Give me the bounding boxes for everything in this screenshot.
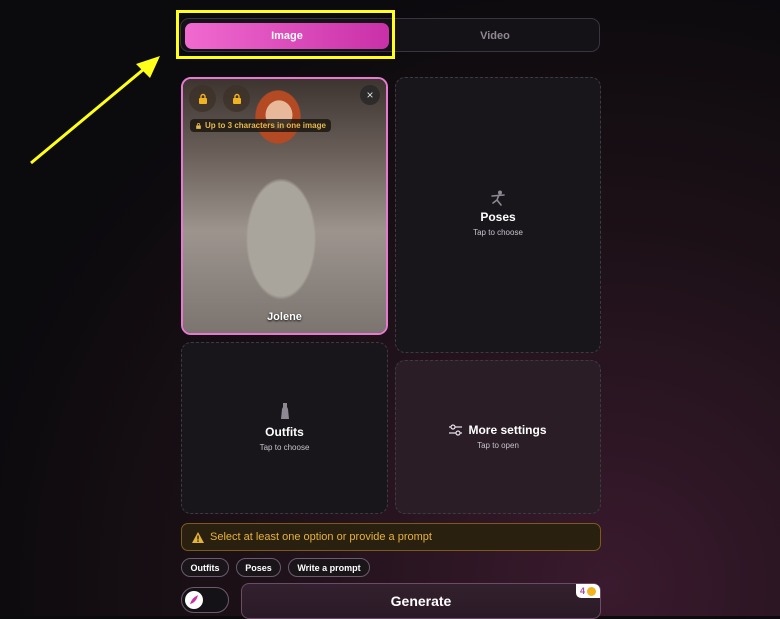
sliders-icon xyxy=(449,424,463,436)
coin-icon xyxy=(587,586,596,596)
spicy-icon xyxy=(190,595,198,604)
warning-banner: Select at least one option or provide a … xyxy=(181,523,601,551)
pose-icon xyxy=(491,190,505,206)
character-card[interactable]: × Up to 3 characters in one image Jolene xyxy=(181,77,388,335)
credit-count: 4 xyxy=(579,586,585,596)
dress-icon xyxy=(280,403,289,419)
more-settings-title: More settings xyxy=(468,423,547,437)
warning-icon xyxy=(192,531,204,543)
poses-title: Poses xyxy=(480,210,516,224)
outfits-subtitle: Tap to choose xyxy=(259,443,310,452)
poses-subtitle: Tap to choose xyxy=(473,228,523,237)
lock-icon xyxy=(189,85,216,112)
lock-icon xyxy=(223,85,250,112)
lock-icon xyxy=(196,122,201,129)
poses-card[interactable]: Poses Tap to choose xyxy=(395,77,601,353)
character-name: Jolene xyxy=(267,311,302,323)
toggle-knob xyxy=(185,591,203,609)
mode-toggle[interactable] xyxy=(181,587,229,613)
chip-outfits[interactable]: Outfits xyxy=(181,558,229,577)
credit-badge: 4 xyxy=(575,584,600,598)
chip-write-prompt[interactable]: Write a prompt xyxy=(288,558,370,577)
character-limit-text: Up to 3 characters in one image xyxy=(205,121,326,130)
remove-character-button[interactable]: × xyxy=(360,85,380,105)
warning-text: Select at least one option or provide a … xyxy=(210,531,432,543)
outfits-title: Outfits xyxy=(265,425,304,439)
highlight-box xyxy=(176,10,395,59)
generate-label: Generate xyxy=(390,593,452,609)
tab-video[interactable]: Video xyxy=(393,23,597,49)
more-settings-subtitle: Tap to open xyxy=(477,441,519,450)
character-limit-badge: Up to 3 characters in one image xyxy=(190,119,331,132)
character-photo xyxy=(183,79,386,333)
close-icon: × xyxy=(366,88,374,102)
generate-button[interactable]: Generate 4 xyxy=(241,583,601,619)
chip-poses[interactable]: Poses xyxy=(236,558,281,577)
outfits-card[interactable]: Outfits Tap to choose xyxy=(181,342,388,514)
more-settings-card[interactable]: More settings Tap to open xyxy=(395,360,601,514)
